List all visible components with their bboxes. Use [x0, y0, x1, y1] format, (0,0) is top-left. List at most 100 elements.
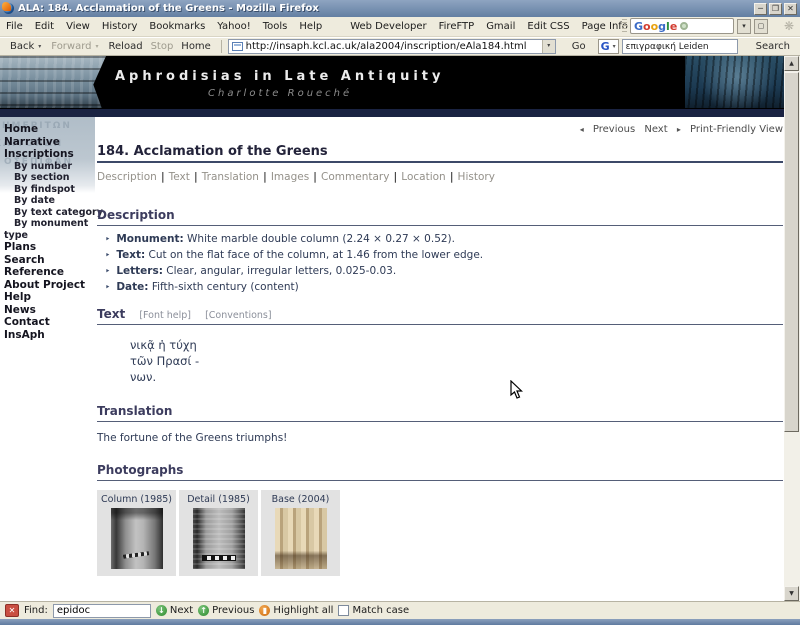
- photo-caption: Detail (1985): [179, 490, 258, 508]
- match-case-toggle[interactable]: Match case: [338, 605, 409, 616]
- find-previous-button[interactable]: ↑ Previous: [198, 605, 254, 616]
- stop-button[interactable]: Stop: [147, 41, 178, 52]
- menu-edit-css[interactable]: Edit CSS: [521, 21, 575, 32]
- sidebar-item-news[interactable]: News: [4, 304, 95, 317]
- url-history-dropdown[interactable]: ▾: [542, 40, 555, 53]
- link-commentary[interactable]: Commentary: [321, 171, 389, 183]
- page-title: 184. Acclamation of the Greens: [97, 135, 783, 163]
- sidebar-item-by-date[interactable]: By date: [4, 195, 95, 207]
- find-input[interactable]: [53, 604, 151, 618]
- arrow-up-circle-icon: ↑: [198, 605, 209, 616]
- sidebar-item-about-project[interactable]: About Project: [4, 279, 95, 292]
- photographs-table: Column (1985) Detail (1985) Base (2004): [97, 490, 783, 576]
- toolbar-search-input[interactable]: [622, 39, 738, 54]
- sidebar-item-help[interactable]: Help: [4, 291, 95, 304]
- sidebar-item-contact[interactable]: Contact: [4, 316, 95, 329]
- sidebar: ΗΜΕΡΙΤΩΝ ΚΑΙΤΟΝΔΗ ΟΣΕΠΙΦΑΝ Home Narrativ…: [0, 117, 95, 601]
- highlight-all-button[interactable]: ▮ Highlight all: [259, 605, 333, 616]
- scrollbar-thumb[interactable]: [784, 72, 799, 432]
- menu-view[interactable]: View: [60, 21, 96, 32]
- menu-gmail[interactable]: Gmail: [480, 21, 521, 32]
- translation-text: The fortune of the Greens triumphs!: [97, 432, 783, 444]
- engine-dropdown-icon[interactable]: ▾: [613, 43, 616, 50]
- photo-cell-column: Column (1985): [97, 490, 176, 576]
- sidebar-item-narrative[interactable]: Narrative: [4, 136, 95, 149]
- match-case-checkbox[interactable]: [338, 605, 349, 616]
- mouse-cursor-icon: [510, 380, 524, 400]
- sidebar-item-search[interactable]: Search: [4, 254, 95, 267]
- sidebar-item-by-number[interactable]: By number: [4, 161, 95, 173]
- google-toolbar-options-button[interactable]: ▢: [754, 19, 768, 34]
- text-heading: Text: [97, 307, 125, 321]
- conventions-link[interactable]: [Conventions]: [205, 310, 272, 321]
- menu-edit[interactable]: Edit: [29, 21, 60, 32]
- sidebar-item-home[interactable]: Home: [4, 123, 95, 136]
- find-next-button[interactable]: ↓ Next: [156, 605, 193, 616]
- menu-web-developer[interactable]: Web Developer: [344, 21, 432, 32]
- browser-window: ALA: 184. Acclamation of the Greens - Mo…: [0, 0, 800, 625]
- minimize-button[interactable]: ─: [754, 3, 767, 15]
- google-search-dropdown-button[interactable]: ▾: [737, 19, 751, 34]
- back-dropdown-icon[interactable]: ▾: [38, 43, 41, 50]
- menu-bar: File Edit View History Bookmarks Yahoo! …: [0, 17, 800, 37]
- url-bar[interactable]: http://insaph.kcl.ac.uk/ala2004/inscript…: [228, 39, 556, 54]
- toolbar-grip-handle[interactable]: [622, 19, 627, 33]
- url-text[interactable]: http://insaph.kcl.ac.uk/ala2004/inscript…: [246, 41, 542, 52]
- next-link[interactable]: Next: [644, 124, 667, 135]
- forward-dropdown-icon[interactable]: ▾: [96, 43, 99, 50]
- site-banner: Aphrodisias in Late Antiquity Charlotte …: [0, 56, 800, 108]
- font-help-link[interactable]: [Font help]: [139, 310, 191, 321]
- menu-history[interactable]: History: [96, 21, 144, 32]
- photo-thumbnail-base[interactable]: [275, 508, 327, 569]
- menu-help[interactable]: Help: [293, 21, 328, 32]
- photo-thumbnail-detail[interactable]: [193, 508, 245, 569]
- link-images[interactable]: Images: [271, 171, 309, 183]
- link-history[interactable]: History: [458, 171, 495, 183]
- restore-button[interactable]: ❐: [769, 3, 782, 15]
- go-button[interactable]: Go: [568, 41, 590, 52]
- google-search-engine-button[interactable]: G ▾: [598, 39, 619, 54]
- menu-tools[interactable]: Tools: [257, 21, 294, 32]
- google-toolbar-searchbox[interactable]: Google: [630, 18, 734, 34]
- link-text[interactable]: Text: [169, 171, 190, 183]
- sidebar-item-plans[interactable]: Plans: [4, 241, 95, 254]
- close-button[interactable]: ✕: [784, 3, 797, 15]
- navigation-toolbar: Back ▾ Forward ▾ Reload Stop Home http:/…: [0, 38, 800, 56]
- sidebar-item-inscriptions[interactable]: Inscriptions: [4, 148, 95, 161]
- previous-link[interactable]: Previous: [593, 124, 635, 135]
- sidebar-item-reference[interactable]: Reference: [4, 266, 95, 279]
- home-button[interactable]: Home: [177, 41, 215, 52]
- find-close-button[interactable]: ✕: [5, 604, 19, 617]
- link-location[interactable]: Location: [401, 171, 445, 183]
- scale-bar: [202, 555, 236, 561]
- scroll-up-button[interactable]: ▲: [784, 56, 799, 71]
- list-item: ‣Date: Fifth-sixth century (content): [105, 280, 783, 296]
- scroll-down-button[interactable]: ▼: [784, 586, 799, 601]
- back-button[interactable]: Back: [6, 41, 38, 52]
- sidebar-item-by-monument-type-wrap[interactable]: type: [4, 230, 95, 242]
- description-heading: Description: [97, 208, 175, 222]
- vertical-scrollbar[interactable]: ▲ ▼: [784, 56, 800, 601]
- menu-yahoo[interactable]: Yahoo!: [211, 21, 256, 32]
- title-bar: ALA: 184. Acclamation of the Greens - Mo…: [0, 0, 800, 17]
- menu-bookmarks[interactable]: Bookmarks: [143, 21, 211, 32]
- bullet-icon: ‣: [105, 267, 110, 277]
- menu-fireftp[interactable]: FireFTP: [433, 21, 481, 32]
- greek-line: νων.: [130, 369, 783, 385]
- main-content: ◂ Previous Next ▸ Print-Friendly View 18…: [97, 117, 783, 625]
- print-friendly-link[interactable]: Print-Friendly View: [690, 124, 783, 135]
- sidebar-item-insaph[interactable]: InsAph: [4, 329, 95, 342]
- banner-divider: [0, 108, 800, 117]
- forward-button[interactable]: Forward: [47, 41, 95, 52]
- reload-button[interactable]: Reload: [105, 41, 147, 52]
- sidebar-item-by-findspot[interactable]: By findspot: [4, 184, 95, 196]
- sidebar-item-by-monument[interactable]: By monument: [4, 218, 95, 230]
- bullet-icon: ‣: [105, 235, 110, 245]
- link-translation[interactable]: Translation: [202, 171, 259, 183]
- sidebar-item-by-section[interactable]: By section: [4, 172, 95, 184]
- toolbar-search-button[interactable]: Search: [752, 41, 794, 52]
- link-description[interactable]: Description: [97, 171, 157, 183]
- menu-file[interactable]: File: [0, 21, 29, 32]
- sidebar-item-by-text-category[interactable]: By text category: [4, 207, 95, 219]
- photo-thumbnail-column[interactable]: [111, 508, 163, 569]
